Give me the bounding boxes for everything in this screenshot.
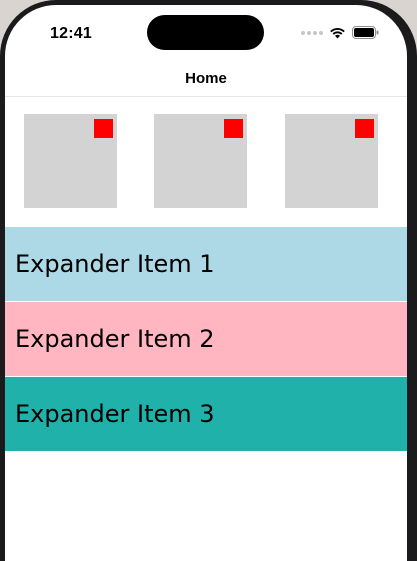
navigation-bar: Home (5, 59, 407, 97)
app-screen: 12:41 Home Expander Item 1 Expander Item… (5, 5, 407, 561)
wifi-icon (330, 27, 345, 38)
expander-item-1-label: Expander Item 1 (15, 250, 215, 278)
tile-1[interactable] (24, 114, 117, 208)
expander-item-1[interactable]: Expander Item 1 (5, 227, 407, 302)
expander-item-2[interactable]: Expander Item 2 (5, 302, 407, 377)
status-bar: 12:41 (5, 5, 407, 59)
expander-item-3[interactable]: Expander Item 3 (5, 377, 407, 452)
tile-3-red-marker (355, 119, 374, 138)
tile-3[interactable] (285, 114, 378, 208)
page-title: Home (185, 70, 227, 87)
battery-icon (352, 26, 379, 39)
cellular-signal-icon (301, 30, 323, 35)
tile-1-red-marker (94, 119, 113, 138)
status-time: 12:41 (50, 25, 92, 42)
dynamic-island (147, 15, 264, 50)
expander-item-3-label: Expander Item 3 (15, 400, 215, 428)
tile-2[interactable] (154, 114, 247, 208)
device-frame: 12:41 Home Expander Item 1 Expander Item… (0, 0, 417, 561)
expander-item-2-label: Expander Item 2 (15, 325, 215, 353)
expander-list: Expander Item 1 Expander Item 2 Expander… (5, 227, 407, 452)
tile-row (5, 114, 407, 208)
status-icons (301, 26, 379, 39)
tile-2-red-marker (224, 119, 243, 138)
